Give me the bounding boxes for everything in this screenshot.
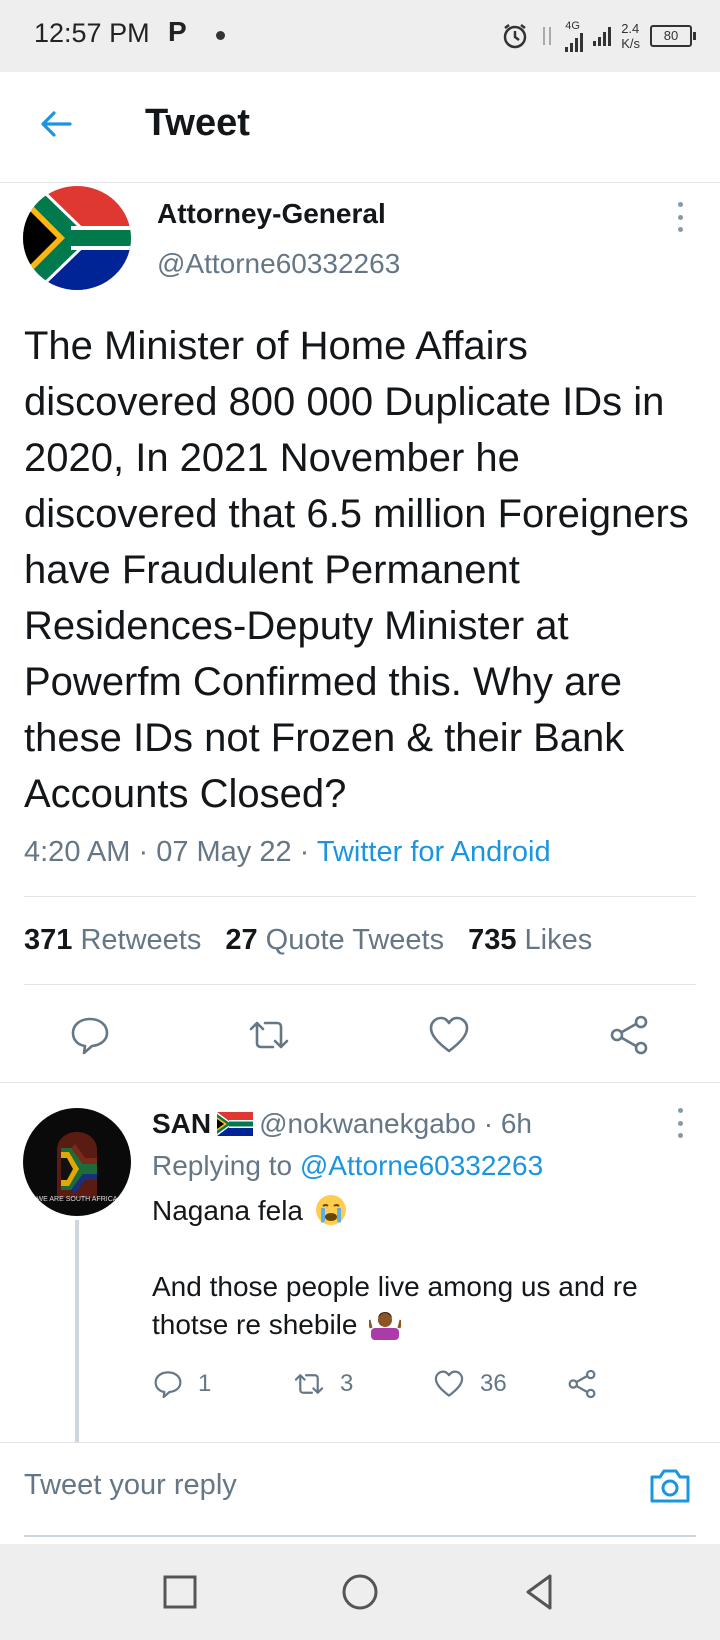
alarm-icon — [503, 24, 527, 49]
reply-count: 1 — [198, 1370, 212, 1397]
home-icon[interactable] — [336, 1568, 384, 1616]
author-avatar[interactable] — [23, 186, 131, 290]
status-time: 12:57 PM — [34, 18, 150, 48]
recent-apps-icon[interactable] — [156, 1568, 204, 1616]
like-count: 36 — [480, 1370, 507, 1397]
parking-icon: P — [168, 16, 187, 47]
reply-composer: Tweet your reply — [0, 1442, 720, 1539]
page-title: Tweet — [145, 102, 250, 144]
network-type: 4G — [565, 19, 580, 32]
reply-author-avatar[interactable]: WE ARE SOUTH AFRICA — [23, 1108, 131, 1216]
tweet-text: The Minister of Home Affairs discovered … — [24, 324, 689, 816]
composer-underline — [24, 1535, 696, 1537]
reply-more-options-icon[interactable] — [676, 1108, 684, 1138]
reply-icon[interactable] — [68, 1013, 112, 1057]
notification-dot-icon — [216, 31, 225, 40]
signal-icon-2 — [593, 26, 612, 46]
retweet-icon[interactable] — [247, 1013, 291, 1057]
south-africa-flag-icon — [217, 1112, 254, 1136]
status-icons: 4G 2.4 K/s 80 — [501, 14, 696, 58]
reply-header: SAN @nokwanekgabo · 6h — [152, 1108, 532, 1139]
divider — [24, 984, 696, 985]
reply-reply-action[interactable]: 1 — [152, 1368, 292, 1400]
reply-input[interactable]: Tweet your reply — [24, 1469, 604, 1502]
crying-face-emoji-icon — [315, 1195, 346, 1225]
reply-author-name[interactable]: SAN — [152, 1108, 211, 1139]
likes-stat[interactable]: 735 Likes — [468, 924, 592, 957]
back-arrow-icon[interactable] — [38, 106, 74, 142]
share-icon[interactable] — [566, 1368, 598, 1400]
reply-age: 6h — [500, 1108, 532, 1139]
tweet-meta: 4:20 AM · 07 May 22 · Twitter for Androi… — [24, 836, 551, 868]
reply-actions: 1 3 36 — [152, 1368, 598, 1400]
divider — [0, 1082, 720, 1083]
avatar-caption: WE ARE SOUTH AFRICA — [36, 1196, 118, 1203]
quote-tweets-stat[interactable]: 27 Quote Tweets — [225, 924, 444, 957]
top-app-bar: Tweet — [0, 72, 720, 183]
battery-icon: 80 — [650, 25, 696, 47]
signal-icon — [565, 32, 584, 52]
status-bar: 12:57 PM P 4G 2.4 K/s 80 — [0, 0, 720, 72]
reply-author-handle[interactable]: @nokwanekgabo — [259, 1108, 476, 1139]
retweet-icon[interactable] — [292, 1368, 326, 1400]
tweet-time: 4:20 AM — [24, 836, 131, 868]
camera-icon[interactable] — [648, 1465, 692, 1505]
reply-text: Nagana fela And those people live among … — [152, 1192, 692, 1344]
share-icon[interactable] — [607, 1013, 651, 1057]
reply-icon[interactable] — [152, 1368, 184, 1400]
system-navigation-bar — [0, 1544, 720, 1640]
tweet-source-link[interactable]: Twitter for Android — [317, 836, 551, 868]
author-handle[interactable]: @Attorne60332263 — [157, 248, 400, 280]
more-options-icon[interactable] — [676, 202, 684, 232]
like-heart-icon[interactable] — [432, 1368, 466, 1400]
retweet-count: 3 — [340, 1370, 354, 1397]
tweet-date: 07 May 22 — [156, 836, 292, 868]
reply-retweet-action[interactable]: 3 — [292, 1368, 432, 1400]
reply-line-1: Nagana fela — [152, 1195, 304, 1226]
tweet-stats: 371 Retweets 27 Quote Tweets 735 Likes — [24, 924, 592, 957]
like-heart-icon[interactable] — [427, 1013, 471, 1057]
divider — [24, 896, 696, 897]
replying-to-mention[interactable]: @Attorne60332263 — [300, 1150, 543, 1181]
author-name[interactable]: Attorney-General — [157, 198, 386, 230]
reply-like-action[interactable]: 36 — [432, 1368, 566, 1400]
shrugging-person-emoji-icon — [369, 1312, 402, 1340]
retweets-stat[interactable]: 371 Retweets — [24, 924, 201, 957]
data-transfer-icon — [543, 27, 552, 45]
back-triangle-icon[interactable] — [516, 1568, 564, 1616]
thread-line — [75, 1220, 79, 1442]
replying-to: Replying to @Attorne60332263 — [152, 1150, 544, 1181]
network-speed: 2.4 K/s — [621, 21, 640, 51]
